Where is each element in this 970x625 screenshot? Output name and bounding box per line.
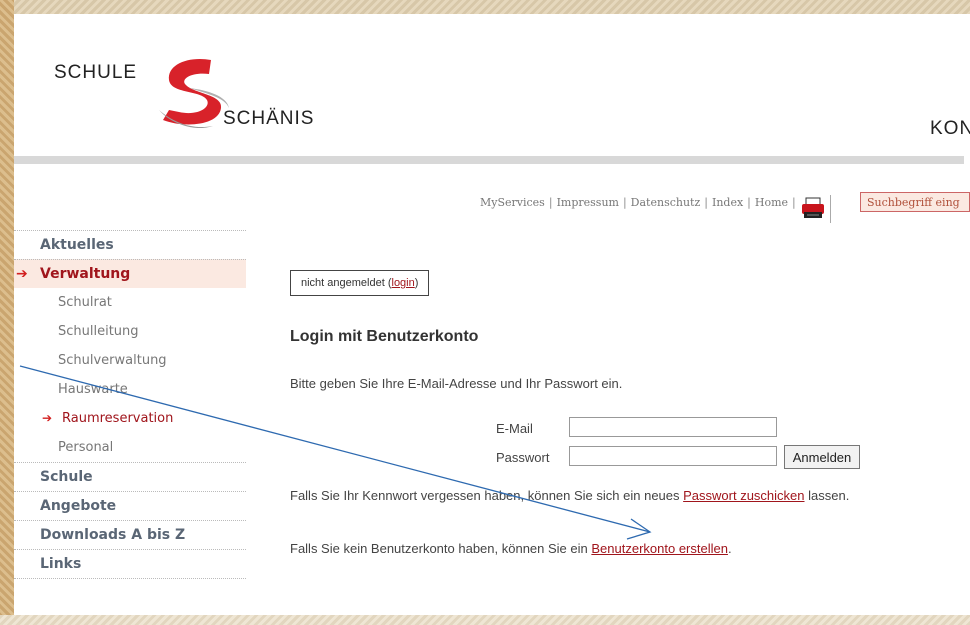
sidebar-subitem-hauswarte[interactable]: Hauswarte [14, 375, 246, 404]
email-label: E-Mail [496, 421, 533, 436]
link-home[interactable]: Home [755, 196, 788, 209]
arrow-right-icon: ➔ [16, 266, 28, 282]
header-title: KON [930, 118, 970, 139]
login-button[interactable]: Anmelden [784, 445, 860, 469]
search-input[interactable]: Suchbegriff eing [860, 192, 970, 212]
sidebar-item-angebote[interactable]: Angebote [14, 491, 246, 520]
register-prefix: Falls Sie kein Benutzerkonto haben, könn… [290, 541, 592, 556]
separator: | [548, 196, 553, 209]
login-status: nicht angemeldet (login) [290, 270, 430, 296]
link-impressum[interactable]: Impressum [557, 196, 619, 209]
register-suffix: . [727, 541, 732, 556]
separator: | [747, 196, 751, 209]
sidebar-item-label: Schule [40, 469, 93, 485]
link-index[interactable]: Index [712, 196, 743, 209]
arrow-right-icon: ➔ [42, 411, 53, 425]
sidebar-item-label: Downloads A bis Z [40, 527, 186, 543]
printer-icon [802, 197, 824, 218]
sidebar-item-aktuelles[interactable]: Aktuelles [14, 230, 246, 259]
sidebar-item-label: Raumreservation [62, 411, 174, 426]
sidebar-item-schule[interactable]: Schule [14, 462, 246, 491]
sidebar-subitem-raumreservation[interactable]: ➔ Raumreservation [14, 404, 246, 433]
sidebar-item-label: Schulverwaltung [58, 353, 167, 368]
page-title: Login mit Benutzerkonto [290, 328, 479, 345]
sidebar-subitem-personal[interactable]: Personal [14, 433, 246, 462]
forgot-password-text: Falls Sie Ihr Kennwort vergessen haben, … [290, 488, 849, 503]
paper-frame-top [0, 0, 970, 14]
sidebar-item-label: Angebote [40, 498, 117, 514]
create-account-link[interactable]: Benutzerkonto erstellen [591, 541, 728, 556]
send-password-link[interactable]: Passwort zuschicken [683, 488, 804, 503]
print-button[interactable] [800, 195, 831, 223]
sidebar-item-links[interactable]: Links [14, 549, 246, 578]
sidebar-subitem-schulverwaltung[interactable]: Schulverwaltung [14, 346, 246, 375]
sidebar-item-label: Personal [58, 440, 114, 455]
sidebar-item-label: Links [40, 556, 82, 572]
register-text: Falls Sie kein Benutzerkonto haben, könn… [290, 541, 732, 556]
status-prefix: nicht angemeldet ( [301, 277, 392, 289]
sidebar-subitem-schulrat[interactable]: Schulrat [14, 288, 246, 317]
paper-frame-left [0, 0, 14, 625]
sidebar-item-label: Schulleitung [58, 324, 139, 339]
sidebar-nav: Aktuelles ➔ Verwaltung Schulrat Schulleit… [14, 230, 246, 579]
logo-text-schaenis: SCHÄNIS [223, 108, 315, 129]
sidebar-item-verwaltung[interactable]: ➔ Verwaltung [14, 259, 246, 288]
link-myservices[interactable]: MyServices [480, 196, 545, 209]
forgot-suffix: lassen. [804, 488, 850, 503]
login-instructions: Bitte geben Sie Ihre E-Mail-Adresse und … [290, 376, 623, 391]
sidebar-item-downloads[interactable]: Downloads A bis Z [14, 520, 246, 549]
separator: | [704, 196, 708, 209]
status-suffix: ) [414, 277, 419, 289]
link-datenschutz[interactable]: Datenschutz [631, 196, 701, 209]
header-divider [14, 156, 964, 164]
page: SCHULE SCHÄNIS KON MyServices | Impressum |… [14, 14, 970, 615]
sidebar-item-label: Hauswarte [58, 382, 128, 397]
sidebar-subitem-schulleitung[interactable]: Schulleitung [14, 317, 246, 346]
site-header: SCHULE SCHÄNIS KON [14, 14, 970, 156]
logo-text-schule: SCHULE [54, 62, 138, 83]
paper-frame-bottom [0, 615, 970, 625]
separator: | [792, 196, 796, 209]
forgot-prefix: Falls Sie Ihr Kennwort vergessen haben, … [290, 488, 684, 503]
password-label: Passwort [496, 450, 550, 465]
sidebar-item-label: Schulrat [58, 295, 112, 310]
login-link[interactable]: login [392, 277, 415, 289]
password-field[interactable] [569, 446, 777, 466]
sidebar-item-label: Aktuelles [40, 237, 114, 253]
sidebar-item-label: Verwaltung [40, 266, 131, 282]
separator: | [622, 196, 627, 209]
top-links: MyServices | Impressum | Datenschutz | Index | H… [480, 196, 800, 209]
email-field[interactable] [569, 417, 777, 437]
